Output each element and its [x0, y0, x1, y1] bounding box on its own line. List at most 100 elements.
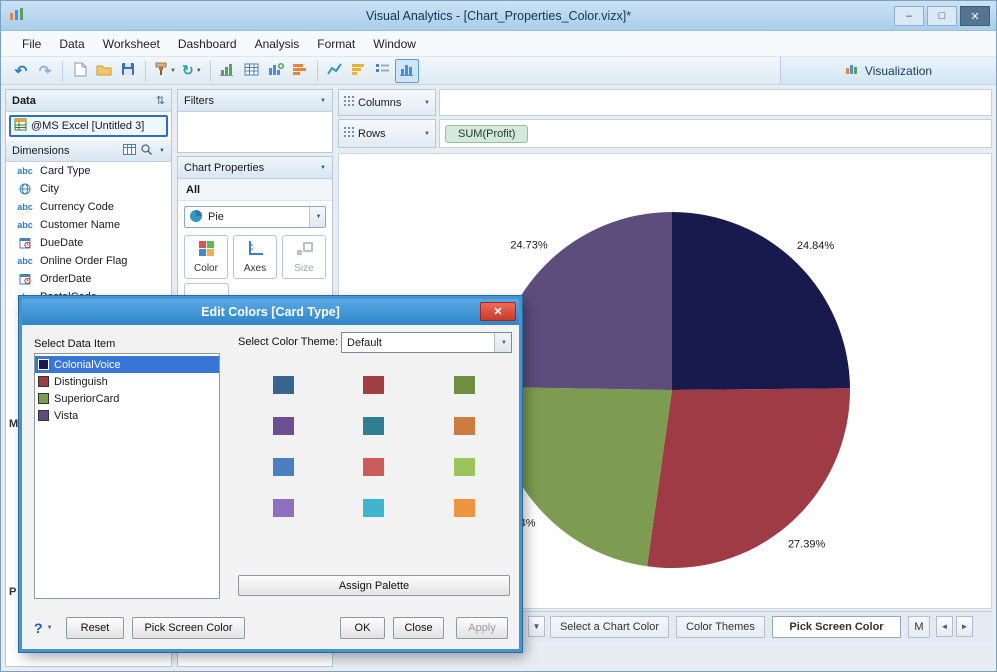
- legend-icon: [375, 63, 390, 79]
- list-item-vista[interactable]: Vista: [35, 407, 219, 424]
- minimize-button[interactable]: –: [894, 6, 924, 26]
- assign-palette-button[interactable]: Assign Palette: [238, 575, 510, 596]
- redo-icon: ↷: [39, 62, 52, 80]
- chart-type-select[interactable]: Pie ▼: [184, 206, 326, 228]
- add-bar-chart-button[interactable]: [288, 59, 312, 83]
- help-button[interactable]: ? ▼: [34, 617, 53, 639]
- color-swatch: [38, 359, 49, 370]
- palette-swatch[interactable]: [454, 499, 475, 517]
- menu-worksheet[interactable]: Worksheet: [94, 33, 169, 55]
- dialog-close-button[interactable]: ✕: [480, 302, 516, 321]
- menu-data[interactable]: Data: [50, 33, 93, 55]
- dimension-item-currency-code[interactable]: abc Currency Code: [6, 198, 171, 216]
- dimension-label: Customer Name: [40, 219, 120, 231]
- palette-swatch[interactable]: [363, 499, 384, 517]
- dimension-item-city[interactable]: City: [6, 180, 171, 198]
- add-chart-icon: [220, 62, 236, 80]
- refresh-button[interactable]: ↻▼: [179, 59, 205, 83]
- tab-scroll-prev-button[interactable]: ◄: [936, 616, 953, 637]
- table-icon[interactable]: [123, 144, 136, 158]
- sort-button[interactable]: [347, 59, 371, 83]
- tab-truncated[interactable]: M: [908, 616, 930, 638]
- columns-shelf-label[interactable]: Columns ▼: [338, 89, 436, 116]
- filters-header[interactable]: Filters ▼: [178, 90, 332, 112]
- text-type-icon: abc: [14, 202, 36, 212]
- color-theme-select[interactable]: Default ▼: [341, 332, 512, 353]
- palette-swatch[interactable]: [363, 417, 384, 435]
- tab-pick-screen-color[interactable]: Pick Screen Color: [772, 616, 901, 638]
- palette-swatch[interactable]: [454, 417, 475, 435]
- dimension-item-duedate[interactable]: DueDate: [6, 234, 171, 252]
- filters-label: Filters: [184, 95, 214, 107]
- tab-select-a-chart-color[interactable]: Select a Chart Color: [550, 616, 669, 638]
- format-painter-button[interactable]: ▼: [151, 59, 179, 83]
- size-properties-button[interactable]: Size: [282, 235, 326, 279]
- menu-format[interactable]: Format: [308, 33, 364, 55]
- chart-properties-header[interactable]: Chart Properties ▼: [178, 157, 332, 179]
- palette-swatch[interactable]: [454, 458, 475, 476]
- menu-window[interactable]: Window: [364, 33, 425, 55]
- list-item-colonialvoice[interactable]: ColonialVoice: [35, 356, 219, 373]
- new-worksheet-button[interactable]: [68, 59, 92, 83]
- palette-swatch[interactable]: [454, 376, 475, 394]
- grid-icon: [344, 127, 354, 141]
- palette-swatch[interactable]: [273, 458, 294, 476]
- menu-dashboard[interactable]: Dashboard: [169, 33, 246, 55]
- sort-icon[interactable]: ⇅: [156, 94, 165, 107]
- tab-scroll-next-button[interactable]: ►: [956, 616, 973, 637]
- text-type-icon: abc: [14, 166, 36, 176]
- color-theme-label: Select Color Theme:: [238, 336, 338, 348]
- axes-properties-button[interactable]: Axes: [233, 235, 277, 279]
- dimension-item-card-type[interactable]: abc Card Type: [6, 162, 171, 180]
- size-icon: [296, 240, 313, 260]
- undo-button[interactable]: ↶: [9, 59, 33, 83]
- palette-swatch[interactable]: [273, 499, 294, 517]
- add-chart-button[interactable]: [216, 59, 240, 83]
- redo-button[interactable]: ↷: [33, 59, 57, 83]
- data-source-item[interactable]: @MS Excel [Untitled 3]: [9, 115, 168, 137]
- save-button[interactable]: [116, 59, 140, 83]
- list-item-superiorcard[interactable]: SuperiorCard: [35, 390, 219, 407]
- maximize-button[interactable]: □: [927, 6, 957, 26]
- palette-swatch[interactable]: [363, 458, 384, 476]
- dimension-item-customer-name[interactable]: abc Customer Name: [6, 216, 171, 234]
- rows-shelf-label[interactable]: Rows ▼: [338, 119, 436, 148]
- lasso-select-button[interactable]: [323, 59, 347, 83]
- axes-icon: [247, 240, 264, 260]
- tab-color-themes[interactable]: Color Themes: [676, 616, 765, 638]
- columns-field[interactable]: [439, 89, 992, 116]
- tab-menu-button[interactable]: ▼: [528, 616, 545, 637]
- list-item-distinguish[interactable]: Distinguish: [35, 373, 219, 390]
- pie-label: 27.39%: [788, 538, 826, 550]
- dimension-item-orderdate[interactable]: OrderDate: [6, 270, 171, 288]
- chevron-down-icon[interactable]: ▼: [159, 148, 165, 154]
- tab-visualization[interactable]: Visualization: [780, 57, 996, 85]
- open-button[interactable]: [92, 59, 116, 83]
- menu-file[interactable]: File: [13, 33, 50, 55]
- palette-swatch[interactable]: [363, 376, 384, 394]
- rows-field[interactable]: SUM(Profit): [439, 119, 992, 148]
- rows-pill-sum-profit[interactable]: SUM(Profit): [445, 125, 528, 143]
- ok-button[interactable]: OK: [340, 617, 385, 639]
- chevron-down-icon: ▼: [170, 68, 176, 74]
- apply-button[interactable]: Apply: [456, 617, 508, 639]
- close-dialog-button[interactable]: Close: [393, 617, 444, 639]
- menu-analysis[interactable]: Analysis: [246, 33, 309, 55]
- dialog-titlebar[interactable]: Edit Colors [Card Type] ✕: [22, 299, 519, 325]
- bar-chart-view-button[interactable]: [395, 59, 419, 83]
- close-button[interactable]: ✕: [960, 6, 990, 26]
- color-properties-button[interactable]: Color: [184, 235, 228, 279]
- search-icon[interactable]: [140, 143, 153, 159]
- legend-button[interactable]: [371, 59, 395, 83]
- add-crosstab-button[interactable]: [240, 59, 264, 83]
- data-panel-title: Data: [12, 95, 36, 107]
- add-histogram-button[interactable]: [264, 59, 288, 83]
- axes-button-label: Axes: [244, 263, 266, 274]
- dimension-item-online-order-flag[interactable]: abc Online Order Flag: [6, 252, 171, 270]
- data-item-listbox[interactable]: ColonialVoice Distinguish SuperiorCard V…: [34, 353, 220, 599]
- palette-swatch[interactable]: [273, 376, 294, 394]
- palette-swatch[interactable]: [273, 417, 294, 435]
- pick-screen-color-button[interactable]: Pick Screen Color: [132, 617, 245, 639]
- reset-button[interactable]: Reset: [66, 617, 124, 639]
- close-icon: ✕: [970, 10, 979, 23]
